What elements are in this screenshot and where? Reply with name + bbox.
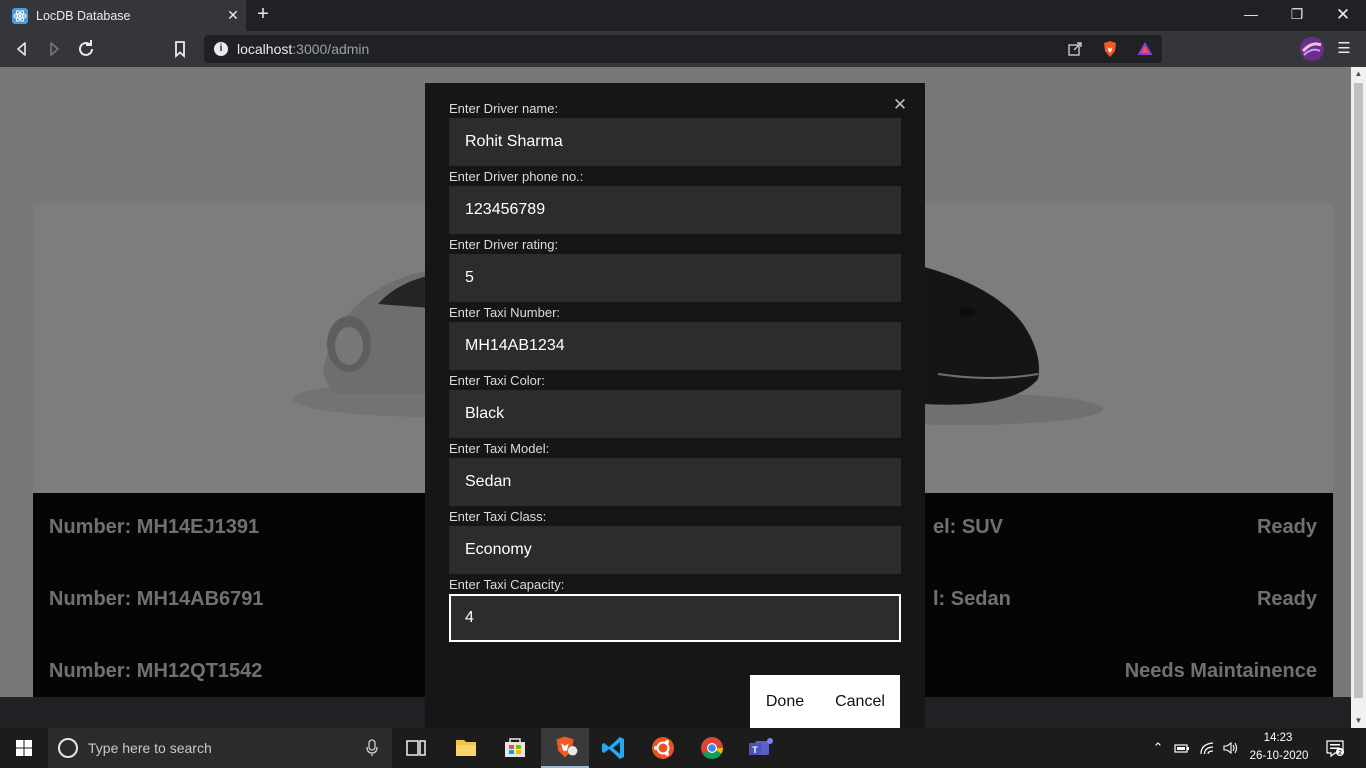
driver-phone-input[interactable] bbox=[449, 186, 901, 234]
done-button[interactable]: Done bbox=[750, 675, 820, 728]
taxi-capacity-field: Enter Taxi Capacity: bbox=[449, 576, 901, 642]
react-favicon-icon bbox=[12, 7, 28, 24]
taxi-class-field: Enter Taxi Class: bbox=[449, 508, 901, 574]
scroll-thumb[interactable] bbox=[1354, 83, 1363, 698]
forward-icon[interactable] bbox=[42, 37, 66, 61]
field-label: Enter Taxi Color: bbox=[449, 373, 545, 388]
wifi-icon[interactable] bbox=[1199, 740, 1215, 756]
field-label: Enter Taxi Class: bbox=[449, 509, 547, 524]
bookmark-icon[interactable] bbox=[168, 37, 192, 61]
tab-close-icon[interactable]: ✕ bbox=[220, 7, 246, 24]
driver-rating-input[interactable] bbox=[449, 254, 901, 302]
driver-rating-field: Enter Driver rating: bbox=[449, 236, 901, 302]
close-icon[interactable]: ✕ bbox=[1320, 0, 1366, 31]
windows-taskbar: Type here to search T ⌃ 14:23 26-10-2020… bbox=[0, 728, 1366, 768]
browser-tab[interactable]: LocDB Database ✕ bbox=[0, 0, 246, 31]
brave-shield-icon[interactable] bbox=[1101, 40, 1119, 58]
field-label: Enter Taxi Model: bbox=[449, 441, 550, 456]
clock-time[interactable]: 14:23 bbox=[1252, 732, 1304, 744]
scroll-up-icon[interactable]: ▲ bbox=[1351, 67, 1366, 81]
ubuntu-icon[interactable] bbox=[639, 728, 687, 768]
url-text: localhost:3000/admin bbox=[237, 41, 369, 57]
microphone-icon[interactable] bbox=[364, 739, 380, 757]
page-scrollbar[interactable]: ▲ ▼ bbox=[1351, 67, 1366, 728]
taxi-number-input[interactable] bbox=[449, 322, 901, 370]
tray-overflow-icon[interactable]: ⌃ bbox=[1150, 740, 1166, 756]
cortana-icon bbox=[58, 738, 78, 758]
windows-start-icon[interactable] bbox=[0, 728, 48, 768]
reload-icon[interactable] bbox=[74, 37, 98, 61]
field-label: Enter Driver phone no.: bbox=[449, 169, 584, 184]
field-label: Enter Taxi Capacity: bbox=[449, 577, 565, 592]
scroll-down-icon[interactable]: ▼ bbox=[1351, 714, 1366, 728]
driver-phone-field: Enter Driver phone no.: bbox=[449, 168, 901, 234]
battery-icon[interactable] bbox=[1174, 740, 1190, 756]
minimize-icon[interactable]: — bbox=[1228, 0, 1274, 31]
taskbar-search[interactable]: Type here to search bbox=[48, 728, 392, 768]
teams-icon[interactable]: T bbox=[737, 728, 785, 768]
notifications-icon[interactable]: 2 bbox=[1325, 738, 1345, 758]
brave-icon[interactable] bbox=[541, 728, 589, 768]
taxi-class-input[interactable] bbox=[449, 526, 901, 574]
task-view-icon[interactable] bbox=[392, 728, 440, 768]
info-icon[interactable]: i bbox=[214, 42, 228, 56]
field-label: Enter Driver rating: bbox=[449, 237, 559, 252]
external-link-icon[interactable] bbox=[1066, 40, 1084, 58]
svg-text:2: 2 bbox=[1338, 750, 1342, 757]
browser-tabbar: LocDB Database ✕ + — ❐ ✕ bbox=[0, 0, 1366, 31]
volume-icon[interactable] bbox=[1222, 740, 1238, 756]
svg-text:T: T bbox=[752, 745, 758, 755]
clock-date[interactable]: 26-10-2020 bbox=[1248, 750, 1310, 762]
address-bar[interactable]: i localhost:3000/admin bbox=[204, 35, 1162, 63]
store-icon[interactable] bbox=[491, 728, 539, 768]
taxi-capacity-input[interactable] bbox=[449, 594, 901, 642]
field-label: Enter Taxi Number: bbox=[449, 305, 561, 320]
cancel-button[interactable]: Cancel bbox=[820, 675, 900, 728]
taxi-color-field: Enter Taxi Color: bbox=[449, 372, 901, 438]
modal-actions: Done Cancel bbox=[750, 675, 900, 728]
driver-name-input[interactable] bbox=[449, 118, 901, 166]
restore-icon[interactable]: ❐ bbox=[1274, 0, 1320, 31]
search-placeholder: Type here to search bbox=[88, 740, 212, 756]
tab-title: LocDB Database bbox=[36, 8, 131, 23]
url-host: localhost bbox=[237, 41, 293, 57]
field-label: Enter Driver name: bbox=[449, 101, 559, 116]
driver-name-field: Enter Driver name: bbox=[449, 100, 901, 166]
menu-icon[interactable]: ☰ bbox=[1332, 37, 1356, 61]
vscode-icon[interactable] bbox=[590, 728, 638, 768]
url-path: :3000/admin bbox=[292, 41, 370, 57]
taxi-model-input[interactable] bbox=[449, 458, 901, 506]
taxi-number-field: Enter Taxi Number: bbox=[449, 304, 901, 370]
new-tab-button[interactable]: + bbox=[252, 3, 274, 27]
browser-toolbar: i localhost:3000/admin ☰ bbox=[0, 31, 1366, 67]
taxi-model-field: Enter Taxi Model: bbox=[449, 440, 901, 506]
taxi-color-input[interactable] bbox=[449, 390, 901, 438]
profile-avatar-icon[interactable] bbox=[1300, 37, 1324, 61]
back-icon[interactable] bbox=[10, 37, 34, 61]
brave-rewards-icon[interactable] bbox=[1136, 40, 1154, 58]
file-explorer-icon[interactable] bbox=[442, 728, 490, 768]
add-taxi-modal: ✕ Enter Driver name: Enter Driver phone … bbox=[425, 83, 925, 728]
chrome-icon[interactable] bbox=[688, 728, 736, 768]
